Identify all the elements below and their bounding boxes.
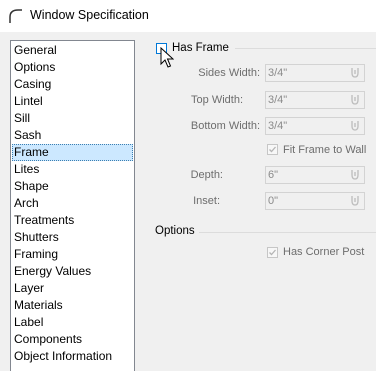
category-item-general[interactable]: General — [12, 42, 133, 59]
depth-field[interactable]: 6" — [265, 166, 365, 184]
dimension-picker-icon[interactable] — [348, 194, 362, 208]
category-item-lites[interactable]: Lites — [12, 161, 133, 178]
category-item-treatments[interactable]: Treatments — [12, 212, 133, 229]
category-item-arch[interactable]: Arch — [12, 195, 133, 212]
title-bar: Window Specification — [0, 0, 376, 32]
bottom-width-field[interactable]: 3/4" — [265, 117, 365, 135]
category-item-materials[interactable]: Materials — [12, 297, 133, 314]
inset-field[interactable]: 0" — [265, 192, 365, 210]
category-item-casing[interactable]: Casing — [12, 76, 133, 93]
category-item-lintel[interactable]: Lintel — [12, 93, 133, 110]
category-item-layer[interactable]: Layer — [12, 280, 133, 297]
frame-section-divider — [235, 48, 376, 49]
category-item-components[interactable]: Components — [12, 331, 133, 348]
dimension-picker-icon[interactable] — [348, 93, 362, 107]
dimension-picker-icon[interactable] — [348, 168, 362, 182]
fit-frame-checkbox[interactable] — [267, 144, 278, 155]
arch-icon — [8, 8, 24, 24]
checkmark-icon — [269, 249, 276, 256]
sides-width-field[interactable]: 3/4" — [265, 64, 365, 82]
dimension-picker-icon[interactable] — [348, 66, 362, 80]
category-item-shutters[interactable]: Shutters — [12, 229, 133, 246]
checkmark-icon — [269, 146, 276, 153]
fit-frame-label: Fit Frame to Wall — [283, 144, 367, 156]
category-item-framing[interactable]: Framing — [12, 246, 133, 263]
category-item-object-information[interactable]: Object Information — [12, 348, 133, 365]
window-title: Window Specification — [30, 8, 149, 22]
category-item-shape[interactable]: Shape — [12, 178, 133, 195]
top-width-label: Top Width: — [191, 94, 243, 106]
top-width-value: 3/4" — [268, 94, 288, 106]
inset-value: 0" — [268, 195, 279, 207]
has-frame-label: Has Frame — [172, 42, 229, 54]
category-item-options[interactable]: Options — [12, 59, 133, 76]
inset-label: Inset: — [193, 195, 220, 207]
sides-width-value: 3/4" — [268, 67, 288, 79]
category-list[interactable]: General Options Casing Lintel Sill Sash … — [10, 40, 135, 371]
depth-label: Depth: — [190, 169, 223, 181]
depth-value: 6" — [268, 169, 279, 181]
mouse-cursor-icon — [160, 47, 174, 68]
top-width-field[interactable]: 3/4" — [265, 91, 365, 109]
dimension-picker-icon[interactable] — [348, 119, 362, 133]
category-item-sash[interactable]: Sash — [12, 127, 133, 144]
category-item-sill[interactable]: Sill — [12, 110, 133, 127]
bottom-width-label: Bottom Width: — [190, 120, 260, 132]
options-section-divider — [199, 232, 376, 233]
bottom-width-value: 3/4" — [268, 120, 288, 132]
category-item-frame[interactable]: Frame — [12, 144, 133, 161]
options-section-label: Options — [155, 225, 195, 237]
corner-post-checkbox[interactable] — [267, 247, 278, 258]
corner-post-label: Has Corner Post — [283, 246, 365, 258]
sides-width-label: Sides Width: — [198, 67, 260, 79]
category-item-energy-values[interactable]: Energy Values — [12, 263, 133, 280]
category-item-label[interactable]: Label — [12, 314, 133, 331]
